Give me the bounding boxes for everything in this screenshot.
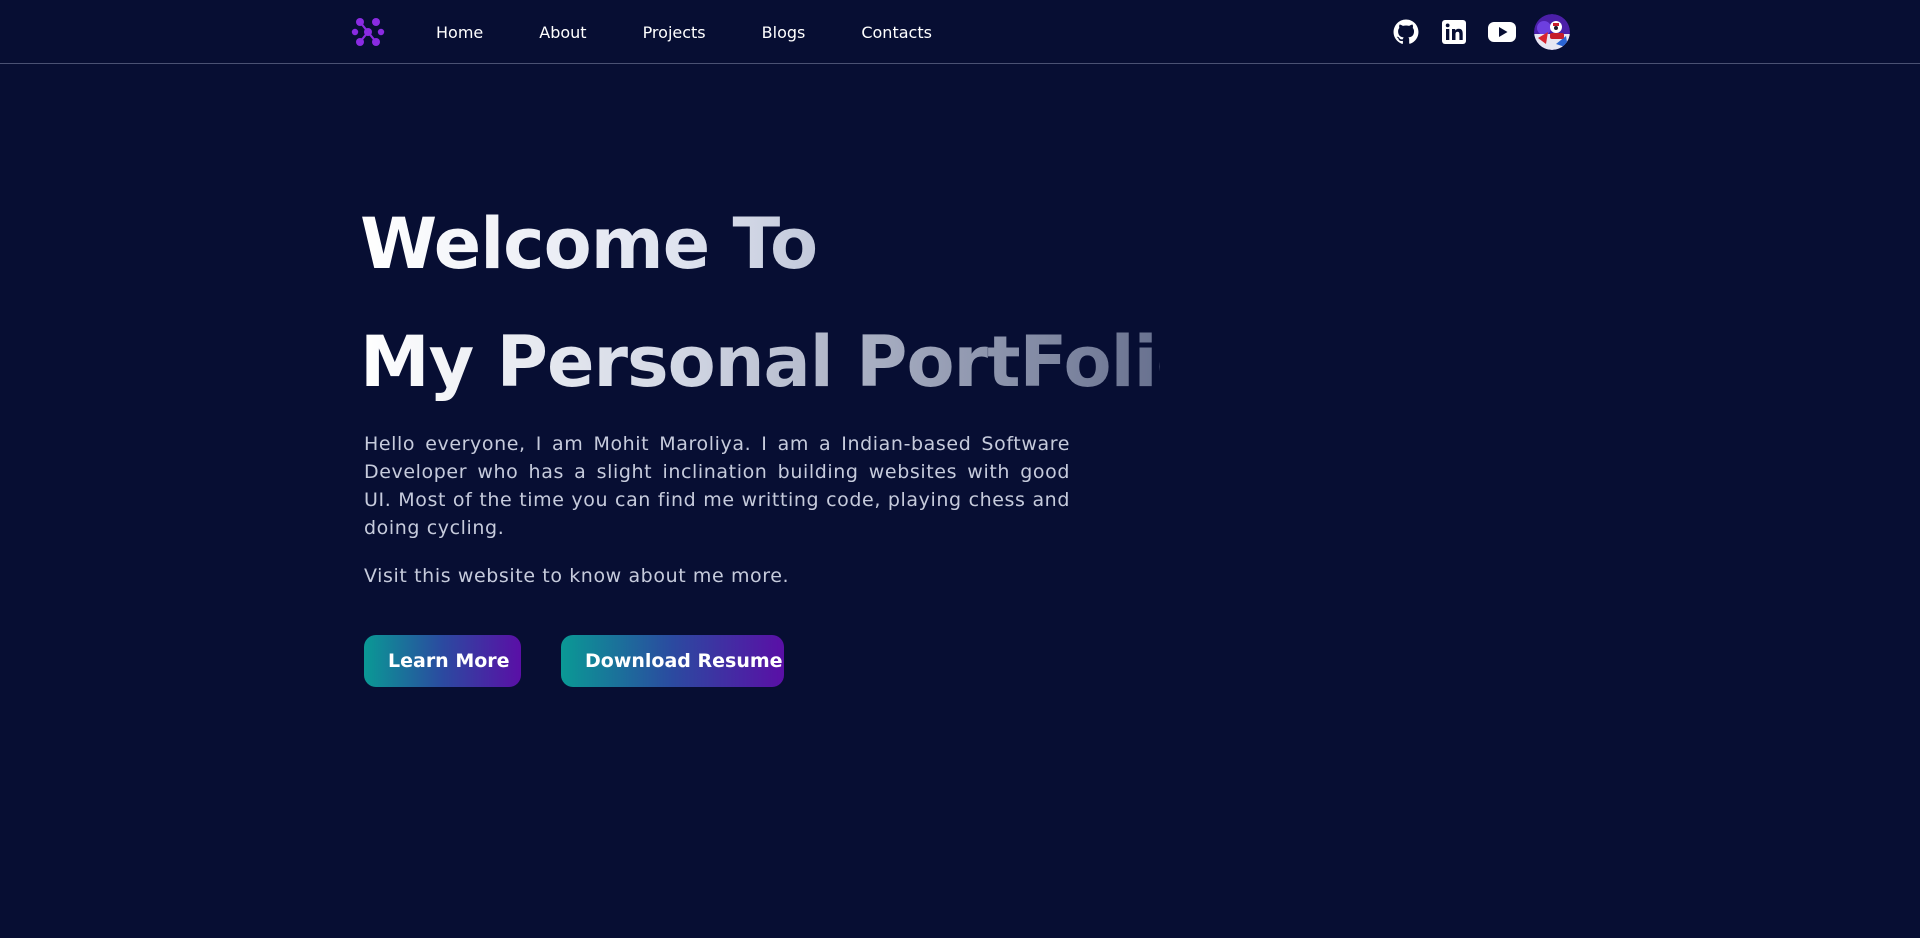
linkedin-icon[interactable] [1438,16,1470,48]
hero-title-line2: My Personal PortFolio [360,303,1205,421]
youtube-icon[interactable] [1486,16,1518,48]
avatar[interactable] [1534,14,1570,50]
nav-link-blogs[interactable]: Blogs [762,23,806,42]
nav-link-projects[interactable]: Projects [643,23,706,42]
hero-visit-text: Visit this website to know about me more… [364,565,790,587]
hero-title-line1: Welcome To [360,185,1160,303]
github-icon[interactable] [1390,16,1422,48]
hero-intro-text: Hello everyone, I am Mohit Maroliya. I a… [364,433,1070,539]
nav-link-contacts[interactable]: Contacts [861,23,932,42]
nav-link-home[interactable]: Home [436,23,483,42]
download-resume-button[interactable]: Download Resume [561,635,784,687]
social-links [1390,13,1570,51]
navbar: Home About Projects Blogs Contacts [0,0,1920,64]
learn-more-button[interactable]: Learn More [364,635,521,687]
logo-icon[interactable] [351,15,385,49]
nav-link-about[interactable]: About [539,23,586,42]
hero-section: Welcome To My Personal PortFolio [360,185,1205,421]
nav-links: Home About Projects Blogs Contacts [436,0,988,64]
